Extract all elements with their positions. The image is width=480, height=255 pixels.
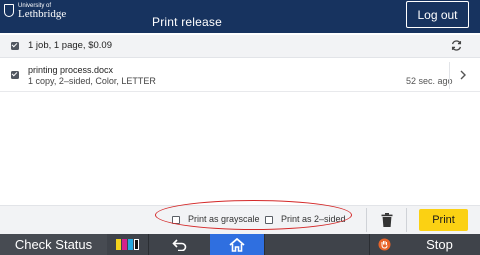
university-logo: University of Lethbridge bbox=[4, 3, 66, 20]
home-button[interactable] bbox=[210, 234, 264, 255]
grayscale-label[interactable]: Print as grayscale bbox=[188, 214, 260, 224]
job-checkbox[interactable] bbox=[11, 71, 19, 79]
stop-icon-button[interactable] bbox=[369, 234, 399, 255]
two-sided-label[interactable]: Print as 2–sided bbox=[281, 214, 346, 224]
logo-line2: Lethbridge bbox=[18, 8, 67, 20]
job-summary-text: 1 job, 1 page, $0.09 bbox=[28, 40, 112, 51]
bar-divider bbox=[406, 208, 407, 232]
logout-button[interactable]: Log out bbox=[406, 1, 469, 28]
bar-divider bbox=[366, 208, 367, 232]
job-list-empty-area bbox=[0, 92, 480, 205]
back-button[interactable] bbox=[148, 234, 210, 255]
toner-button[interactable] bbox=[107, 234, 148, 255]
app-header: University of Lethbridge Print release L… bbox=[0, 0, 480, 33]
home-icon bbox=[229, 237, 245, 252]
action-bar: Print as grayscale Print as 2–sided Prin… bbox=[0, 205, 480, 235]
page-title: Print release bbox=[152, 15, 222, 29]
stop-button[interactable]: Stop bbox=[399, 234, 480, 255]
toner-icon bbox=[116, 239, 139, 250]
job-details: 1 copy, 2–sided, Color, LETTER bbox=[28, 76, 156, 86]
print-job-row[interactable]: printing process.docx 1 copy, 2–sided, C… bbox=[0, 60, 480, 92]
system-bar: Check Status Stop bbox=[0, 234, 480, 255]
job-time: 52 sec. ago bbox=[406, 76, 453, 86]
refresh-icon[interactable] bbox=[450, 39, 463, 52]
grayscale-checkbox[interactable] bbox=[172, 216, 180, 224]
print-button[interactable]: Print bbox=[419, 209, 468, 231]
row-divider bbox=[449, 62, 450, 89]
check-status-button[interactable]: Check Status bbox=[0, 234, 107, 255]
select-all-checkbox[interactable] bbox=[11, 42, 19, 50]
stop-hand-icon bbox=[378, 238, 391, 251]
trash-icon[interactable] bbox=[381, 213, 393, 227]
system-bar-spacer bbox=[264, 234, 369, 255]
job-summary-row[interactable]: 1 job, 1 page, $0.09 bbox=[0, 35, 480, 58]
chevron-right-icon[interactable] bbox=[459, 70, 467, 80]
back-arrow-icon bbox=[171, 238, 186, 251]
crest-icon bbox=[4, 4, 14, 17]
job-name: printing process.docx bbox=[28, 65, 114, 75]
two-sided-checkbox[interactable] bbox=[265, 216, 273, 224]
